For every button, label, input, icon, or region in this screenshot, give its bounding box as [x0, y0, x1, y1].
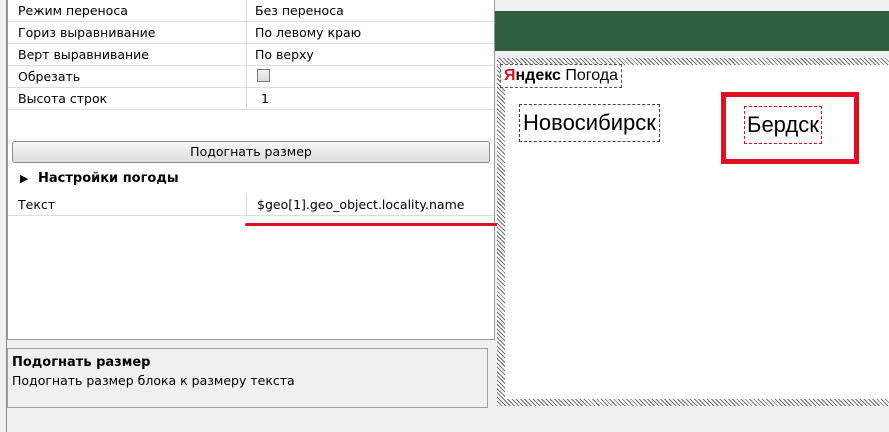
column-divider [246, 194, 247, 215]
clip-checkbox[interactable] [257, 69, 270, 82]
property-grid: Режим переноса Без переноса Гориз выравн… [7, 0, 495, 340]
column-divider [246, 66, 247, 87]
column-divider [246, 22, 247, 43]
canvas-resize-border-bottom[interactable] [497, 399, 889, 406]
property-row-horizontal-align[interactable]: Гориз выравнивание По левому краю [8, 22, 494, 44]
description-text: Подогнать размер блока к размеру текста [12, 373, 295, 388]
text-expression-value[interactable]: $geo[1].geo_object.locality.name [257, 197, 464, 212]
property-value[interactable]: 1 [261, 91, 269, 106]
column-divider [246, 0, 247, 21]
canvas-header-bar [495, 11, 889, 51]
brand-name: ндекс [515, 67, 561, 84]
property-value[interactable]: По левому краю [255, 25, 361, 40]
property-row-wrap-mode[interactable]: Режим переноса Без переноса [8, 0, 494, 22]
property-row-vertical-align[interactable]: Верт выравнивание По верху [8, 44, 494, 66]
property-label: Обрезать [18, 69, 81, 84]
brand-weather: Погода [560, 67, 619, 84]
property-label: Высота строк [18, 91, 108, 106]
left-panel-edge [0, 0, 7, 432]
fit-size-button[interactable]: Подогнать размер [12, 141, 490, 163]
property-label: Режим переноса [18, 3, 128, 18]
brand-letter: Я [504, 67, 516, 84]
property-row-line-height[interactable]: Высота строк 1 [8, 88, 494, 110]
property-row-clip[interactable]: Обрезать [8, 66, 494, 88]
property-value[interactable]: По верху [255, 47, 314, 62]
property-label: Текст [18, 197, 56, 212]
weather-settings-section-header[interactable]: ▶ Настройки погоды [8, 166, 494, 192]
column-divider [246, 88, 247, 109]
description-title: Подогнать размер [12, 355, 151, 370]
property-value[interactable]: Без переноса [255, 3, 344, 18]
red-underline-annotation [245, 223, 499, 226]
property-label: Верт выравнивание [18, 47, 149, 62]
selected-city-text-block[interactable]: Бердск [744, 106, 822, 144]
property-row-text[interactable]: Текст $geo[1].geo_object.locality.name [8, 194, 494, 216]
weather-settings-title: Настройки погоды [38, 171, 179, 186]
canvas-resize-border-left[interactable] [497, 58, 505, 406]
city-text-block[interactable]: Новосибирск [519, 104, 660, 142]
triangle-right-icon[interactable]: ▶ [20, 172, 28, 185]
property-label: Гориз выравнивание [18, 25, 156, 40]
description-panel: Подогнать размер Подогнать размер блока … [7, 348, 488, 408]
yandex-weather-logo[interactable]: Яндекс Погода [500, 64, 623, 88]
column-divider [246, 44, 247, 65]
